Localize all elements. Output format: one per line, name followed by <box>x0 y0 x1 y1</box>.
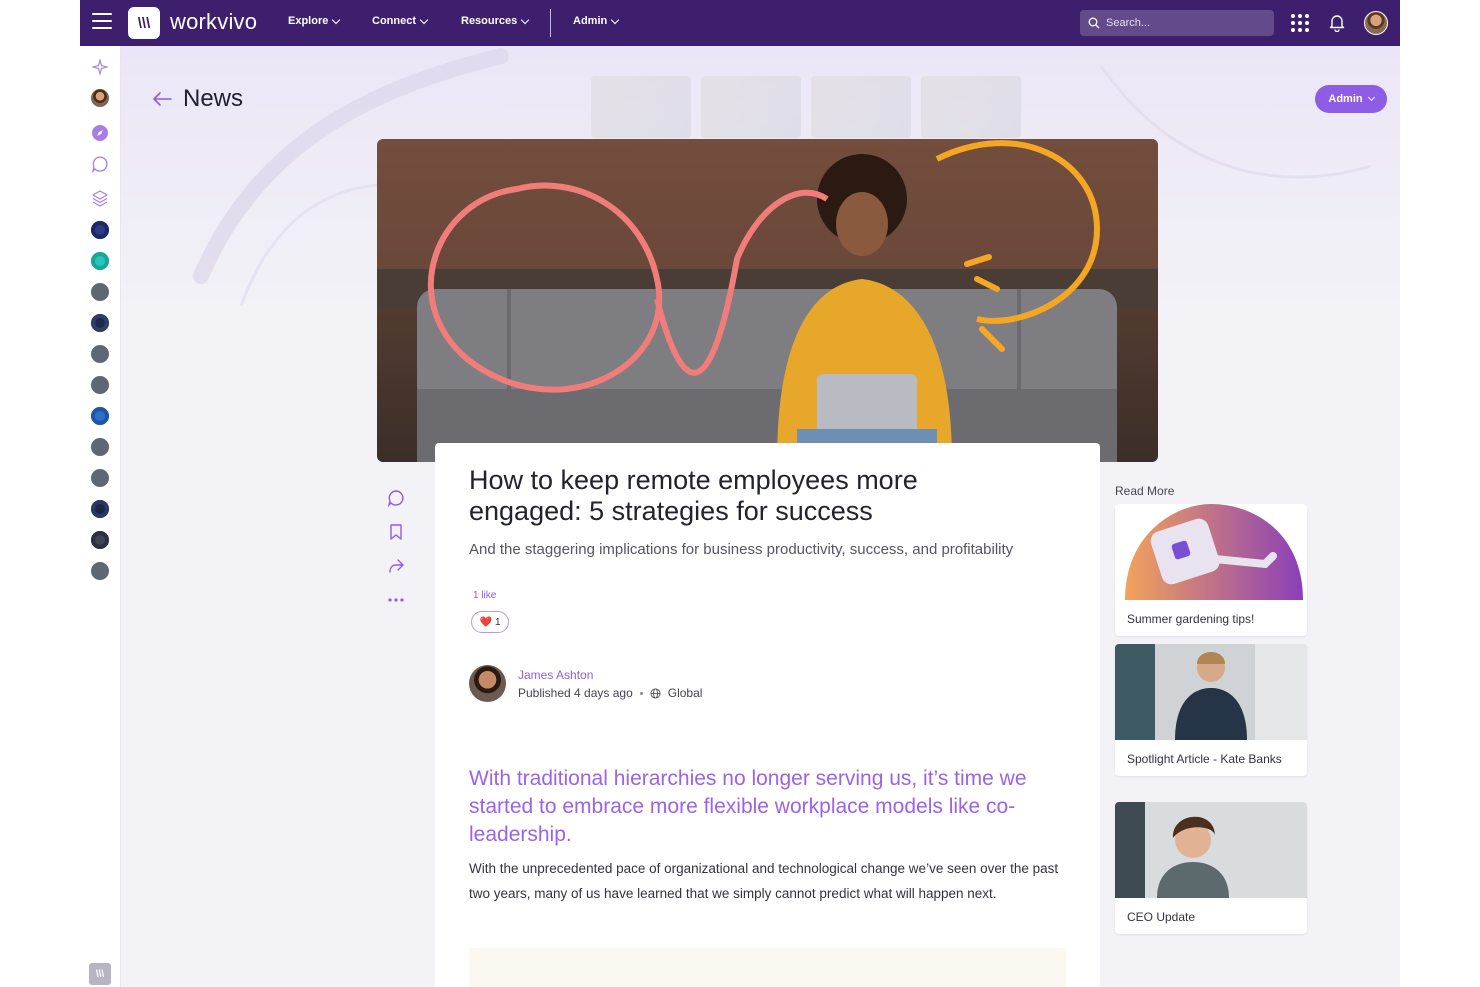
apps-grid-icon[interactable] <box>1291 14 1309 32</box>
chat-icon[interactable] <box>90 154 110 174</box>
publish-meta: Published 4 days ago Global <box>518 686 702 700</box>
share-icon[interactable] <box>384 554 408 578</box>
article-lead: With traditional hierarchies no longer s… <box>469 767 1027 846</box>
read-more-card[interactable]: CEO Update <box>1115 802 1307 934</box>
thumbnail <box>591 76 691 138</box>
compass-icon[interactable] <box>90 123 110 143</box>
article-title: How to keep remote employees more engage… <box>469 465 918 526</box>
more-icon[interactable] <box>384 588 408 612</box>
read-more-heading: Read More <box>1115 484 1175 498</box>
back-arrow-icon[interactable] <box>151 90 173 108</box>
search-input[interactable] <box>1106 17 1266 29</box>
thumbnail <box>921 76 1021 138</box>
ceo-update-thumbnail <box>1115 802 1307 898</box>
brand-name[interactable]: workvivo <box>170 9 257 35</box>
article-card: How to keep remote employees more engage… <box>435 443 1100 987</box>
globe-icon <box>650 687 661 699</box>
search-box[interactable] <box>1080 10 1274 36</box>
nav-resources-label: Resources <box>461 15 518 27</box>
space-avatar-9[interactable] <box>90 468 110 488</box>
chevron-down-icon <box>521 15 530 24</box>
thumbnail <box>701 76 801 138</box>
chevron-down-icon <box>1367 93 1375 102</box>
space-avatar-3[interactable] <box>90 282 110 302</box>
nav-connect-label: Connect <box>372 15 416 27</box>
spotlight-thumbnail <box>1115 644 1307 740</box>
article-hero-image <box>377 139 1158 462</box>
space-avatar-10[interactable] <box>90 499 110 519</box>
space-avatar-2[interactable] <box>90 251 110 271</box>
space-avatar-7[interactable] <box>90 406 110 426</box>
space-avatar-1[interactable] <box>90 220 110 240</box>
comment-icon[interactable] <box>384 486 408 510</box>
chevron-down-icon <box>332 15 341 24</box>
workvivo-logo-icon[interactable]: \\\ <box>128 7 160 39</box>
author-name[interactable]: James Ashton <box>518 668 593 682</box>
workvivo-logo-icon[interactable]: \\\ <box>89 963 111 985</box>
bookmark-icon[interactable] <box>384 520 408 544</box>
layers-icon[interactable] <box>90 188 110 208</box>
article-actions <box>384 486 408 622</box>
user-avatar[interactable] <box>1364 11 1388 35</box>
read-more-card[interactable]: Summer gardening tips! <box>1115 504 1307 636</box>
separator-dot <box>639 691 643 695</box>
read-more-label: Summer gardening tips! <box>1127 612 1255 626</box>
notifications-bell-icon[interactable] <box>1327 12 1347 32</box>
app-window: News Admin \\\ workvivo Explore Connect … <box>80 0 1400 987</box>
read-more-card[interactable]: Spotlight Article - Kate Banks <box>1115 644 1307 776</box>
space-avatar-5[interactable] <box>90 344 110 364</box>
space-avatar-11[interactable] <box>90 530 110 550</box>
sparkle-icon[interactable] <box>90 57 110 77</box>
published-date: Published 4 days ago <box>518 686 633 700</box>
page-title: News <box>183 85 244 112</box>
admin-dropdown-button[interactable]: Admin <box>1315 85 1387 113</box>
read-more-label: Spotlight Article - Kate Banks <box>1127 752 1282 766</box>
heart-icon: ❤️ <box>479 616 492 628</box>
article-body-paragraph: With the unprecedented pace of organizat… <box>469 861 1059 901</box>
top-navigation: \\\ workvivo Explore Connect Resources A… <box>80 0 1400 46</box>
space-avatar-12[interactable] <box>90 561 110 581</box>
nav-resources[interactable]: Resources <box>461 15 530 27</box>
nav-divider <box>550 9 551 37</box>
heart-reaction-button[interactable]: ❤️ 1 <box>471 611 509 633</box>
space-avatar-8[interactable] <box>90 437 110 457</box>
sidebar-profile-avatar[interactable] <box>90 88 110 108</box>
watering-can-thumbnail <box>1115 504 1307 600</box>
article-embed-block <box>469 948 1066 987</box>
space-avatar-4[interactable] <box>90 313 110 333</box>
read-more-label: CEO Update <box>1127 910 1196 924</box>
left-sidebar: \\\ <box>80 46 121 987</box>
nav-admin[interactable]: Admin <box>573 15 620 27</box>
nav-admin-label: Admin <box>573 15 608 27</box>
thumbnail <box>811 76 911 138</box>
article-subtitle: And the staggering implications for busi… <box>469 541 1014 558</box>
author-avatar[interactable] <box>469 665 506 702</box>
search-icon <box>1088 17 1100 29</box>
admin-button-label: Admin <box>1328 93 1363 105</box>
hamburger-menu-icon[interactable] <box>92 13 112 31</box>
space-avatar-6[interactable] <box>90 375 110 395</box>
likes-count-link[interactable]: 1 like <box>473 590 496 601</box>
chevron-down-icon <box>610 15 620 24</box>
nav-explore[interactable]: Explore <box>288 15 341 27</box>
chevron-down-icon <box>419 15 429 24</box>
reaction-count: 1 <box>494 616 501 628</box>
nav-connect[interactable]: Connect <box>372 15 429 27</box>
nav-explore-label: Explore <box>288 15 329 27</box>
audience-label: Global <box>667 686 703 700</box>
